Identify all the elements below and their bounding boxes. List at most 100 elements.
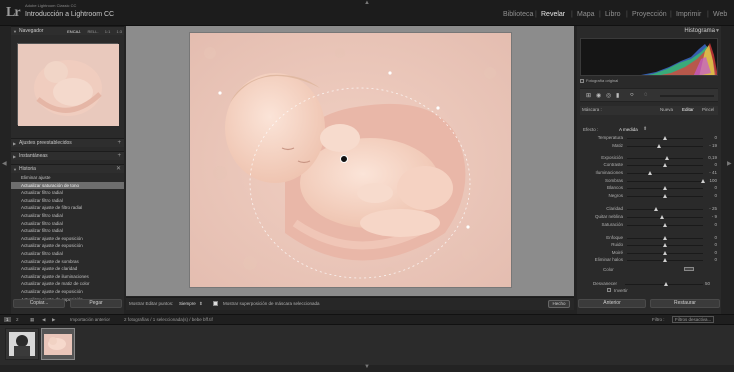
filter-select[interactable]: Filtros desactiva... (672, 316, 715, 323)
slider-value[interactable]: 0 (705, 185, 717, 190)
module-6[interactable]: Web (713, 11, 727, 18)
collapse-triangle-icon[interactable]: ▼ (715, 28, 720, 34)
page-1-button[interactable]: 1 (4, 317, 11, 322)
slider-value[interactable]: 0 (705, 162, 717, 167)
feather-thumb[interactable] (664, 282, 668, 286)
slider-thumb[interactable] (663, 222, 667, 227)
grid-view-icon[interactable]: ▦ (30, 317, 34, 323)
history-item[interactable]: Actualizar ajuste de sombras (11, 258, 124, 266)
slider-value[interactable]: 0 (705, 193, 717, 198)
history-item[interactable]: Actualizar ajuste de iluminaciones (11, 273, 124, 281)
red-eye-icon[interactable]: ◎ (606, 92, 611, 99)
color-swatch[interactable] (684, 267, 694, 271)
done-button[interactable]: Hecho (548, 300, 570, 308)
slider-value[interactable]: - 9 (705, 214, 717, 219)
history-header[interactable]: ▼ Historia ✕ (11, 164, 124, 173)
dropdown-arrow-icon[interactable]: ⬍ (643, 126, 647, 132)
history-item[interactable]: Actualizar ajuste de filtro radial (11, 204, 124, 212)
module-2[interactable]: Mapa (577, 11, 595, 18)
slider-thumb[interactable] (663, 136, 667, 140)
presets-header[interactable]: ▶ Ajustes preestablecidos + (11, 138, 124, 147)
slider-value[interactable]: 0 (705, 222, 717, 227)
history-item[interactable]: Actualizar filtro radial (11, 189, 124, 197)
back-arrow-icon[interactable]: ◀ (42, 317, 45, 323)
zoom-fill[interactable]: RELL. (88, 29, 99, 34)
slider-track[interactable] (627, 180, 703, 182)
slider-track[interactable] (627, 172, 703, 174)
filmstrip-thumbnail-2[interactable] (41, 328, 75, 360)
slider-thumb[interactable] (663, 250, 667, 255)
slider-value[interactable]: - 19 (705, 143, 717, 148)
mask-new-button[interactable]: Nueva (660, 107, 673, 112)
slider-thumb[interactable] (663, 186, 667, 191)
snapshots-header[interactable]: ▶ Instantáneas + (11, 151, 124, 160)
slider-thumb[interactable] (656, 143, 661, 148)
history-item[interactable]: Actualizar filtro radial (11, 212, 124, 220)
slider-value[interactable]: 100 (705, 178, 717, 183)
navigator-preview[interactable] (17, 43, 119, 126)
copy-button[interactable]: Copiar... (13, 299, 65, 308)
crop-tool-icon[interactable]: ⊞ (586, 92, 591, 99)
right-panel-toggle-icon[interactable]: ▶ (727, 160, 732, 167)
paste-button[interactable]: Pegar (70, 299, 122, 308)
slider-value[interactable]: 0 (705, 235, 717, 240)
history-item[interactable]: Actualizar filtro radial (11, 220, 124, 228)
module-4[interactable]: Proyección (632, 11, 667, 18)
graduated-filter-icon[interactable]: ▮ (616, 92, 619, 99)
catalog-name[interactable]: Introducción a Lightroom CC (25, 11, 114, 18)
history-item[interactable]: Actualizar ajuste de matiz de color (11, 280, 124, 288)
original-photo-checkbox[interactable] (580, 79, 584, 83)
dropdown-arrow-icon[interactable]: ⬍ (199, 301, 203, 307)
history-item[interactable]: Actualizar ajuste de exposición (11, 235, 124, 243)
module-5[interactable]: Imprimir (676, 11, 701, 18)
mask-brush-button[interactable]: Pincel (702, 107, 714, 112)
brush-icon[interactable]: ◌ (644, 92, 648, 98)
slider-value[interactable]: 0 (705, 135, 717, 140)
page-2-button[interactable]: 2 (16, 317, 19, 322)
slider-thumb[interactable] (663, 193, 667, 198)
slider-track[interactable] (627, 145, 703, 147)
history-item[interactable]: Actualizar filtro radial (11, 227, 124, 235)
zoom-fit[interactable]: ENCAJ. (67, 29, 81, 34)
module-0[interactable]: Biblioteca (503, 11, 533, 18)
slider-thumb[interactable] (663, 243, 667, 248)
history-item[interactable]: Actualizar ajuste de exposición (11, 242, 124, 250)
clear-history-icon[interactable]: ✕ (116, 165, 121, 174)
history-item[interactable]: Actualizar ajuste de exposición (11, 288, 124, 296)
slider-thumb[interactable] (659, 215, 664, 220)
slider-thumb[interactable] (663, 235, 667, 240)
forward-arrow-icon[interactable]: ▶ (52, 317, 55, 323)
slider-value[interactable]: 0,19 (705, 155, 717, 160)
show-pins-select[interactable]: Siempre (179, 301, 196, 306)
filmstrip-thumbnail-1[interactable] (5, 328, 39, 360)
overlay-checkbox[interactable] (213, 301, 218, 306)
invert-checkbox[interactable] (607, 288, 611, 292)
reset-button[interactable]: Restaurar (650, 299, 720, 308)
mask-edit-button[interactable]: Editar (682, 107, 694, 112)
navigator-header[interactable]: ▼ Navegador ENCAJ. RELL. 1:1 1:3 (11, 26, 124, 35)
left-panel-toggle-icon[interactable]: ◀ (2, 160, 7, 167)
slider-value[interactable]: - 25 (705, 206, 717, 211)
add-preset-icon[interactable]: + (117, 139, 121, 148)
slider-thumb[interactable] (647, 170, 652, 175)
slider-thumb[interactable] (663, 258, 667, 263)
history-item[interactable]: Actualizar ajuste de claridad (11, 265, 124, 273)
history-item[interactable]: Actualizar filtro radial (11, 197, 124, 205)
radial-filter-icon[interactable]: ○ (630, 92, 634, 98)
effect-select[interactable]: A medida (619, 127, 638, 132)
history-item[interactable]: Actualizar saturación de tono (11, 181, 124, 190)
zoom-1-1[interactable]: 1:1 (105, 29, 111, 34)
slider-thumb[interactable] (663, 163, 667, 168)
slider-value[interactable]: 0 (705, 257, 717, 262)
add-snapshot-icon[interactable]: + (117, 152, 121, 161)
module-3[interactable]: Libro (605, 11, 621, 18)
history-item[interactable]: Eliminar ajuste (11, 174, 124, 182)
filmstrip-source[interactable]: Importación anterior (70, 317, 110, 322)
slider-track[interactable] (627, 209, 703, 211)
slider-value[interactable]: 0 (705, 250, 717, 255)
slider-thumb[interactable] (653, 207, 658, 212)
previous-button[interactable]: Anterior (578, 299, 646, 308)
history-item[interactable]: Actualizar filtro radial (11, 250, 124, 258)
slider-value[interactable]: 0 (705, 242, 717, 247)
zoom-1-3[interactable]: 1:3 (116, 29, 122, 34)
